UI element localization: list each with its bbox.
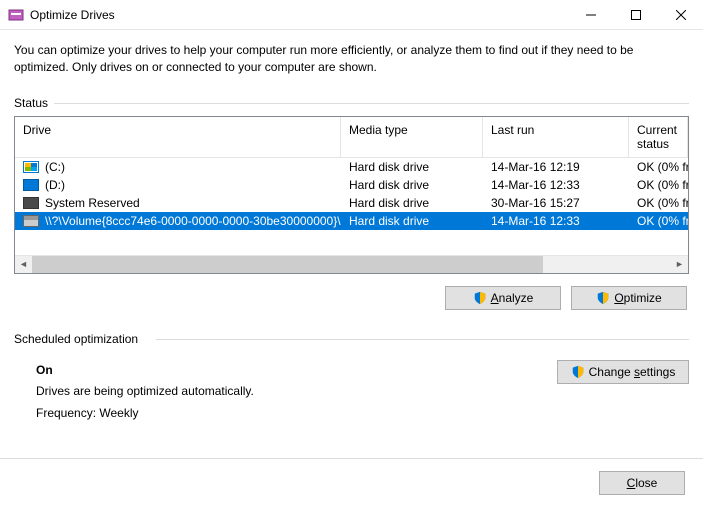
shield-icon — [596, 291, 610, 305]
titlebar: Optimize Drives — [0, 0, 703, 30]
table-row[interactable]: System Reserved Hard disk drive30-Mar-16 … — [15, 194, 688, 212]
drive-icon — [23, 215, 39, 227]
cell-drive: (D:) — [15, 178, 341, 192]
cell-media: Hard disk drive — [341, 196, 483, 210]
cell-last-run: 30-Mar-16 15:27 — [483, 196, 629, 210]
cell-status: OK (0% fragm — [629, 196, 688, 210]
cell-drive: (C:) — [15, 160, 341, 174]
cell-drive: System Reserved — [15, 196, 341, 210]
scheduled-text: On Drives are being optimized automatica… — [36, 360, 557, 425]
app-icon — [8, 7, 24, 23]
column-media[interactable]: Media type — [341, 117, 483, 157]
drive-name: (D:) — [45, 178, 65, 192]
close-button[interactable]: Close — [599, 471, 685, 495]
drive-icon — [23, 197, 39, 209]
analyze-button[interactable]: Analyze — [445, 286, 561, 310]
scroll-left-arrow[interactable]: ◄ — [15, 256, 32, 273]
column-last-run[interactable]: Last run — [483, 117, 629, 157]
change-settings-label: Change settings — [589, 365, 676, 379]
shield-icon — [473, 291, 487, 305]
window-title: Optimize Drives — [30, 8, 568, 22]
table-row[interactable]: (C:) Hard disk drive14-Mar-16 12:19OK (0%… — [15, 158, 688, 176]
scroll-thumb[interactable] — [32, 256, 543, 273]
column-drive[interactable]: Drive — [15, 117, 341, 157]
cell-media: Hard disk drive — [341, 160, 483, 174]
footer: Close — [0, 458, 703, 506]
analyze-label: Analyze — [491, 291, 534, 305]
maximize-button[interactable] — [613, 0, 658, 29]
table-row[interactable]: (D:) Hard disk drive14-Mar-16 12:33OK (0%… — [15, 176, 688, 194]
cell-status: OK (0% fragm — [629, 214, 688, 228]
drive-icon — [23, 161, 39, 173]
cell-last-run: 14-Mar-16 12:33 — [483, 178, 629, 192]
description-text: You can optimize your drives to help you… — [14, 42, 689, 76]
scheduled-section: Scheduled optimization On Drives are bei… — [14, 332, 689, 425]
cell-last-run: 14-Mar-16 12:19 — [483, 160, 629, 174]
table-row[interactable]: \\?\Volume{8ccc74e6-0000-0000-0000-30be3… — [15, 212, 688, 230]
action-buttons-row: Analyze Optimize — [14, 286, 689, 310]
scheduled-frequency: Frequency: Weekly — [36, 403, 557, 425]
cell-drive: \\?\Volume{8ccc74e6-0000-0000-0000-30be3… — [15, 214, 341, 228]
cell-media: Hard disk drive — [341, 214, 483, 228]
cell-last-run: 14-Mar-16 12:33 — [483, 214, 629, 228]
scheduled-label: Scheduled optimization — [14, 332, 689, 346]
drives-grid: Drive Media type Last run Current status… — [14, 116, 689, 274]
cell-status: OK (0% fragm — [629, 160, 688, 174]
close-label: Close — [627, 476, 658, 490]
change-settings-button[interactable]: Change settings — [557, 360, 689, 384]
window-controls — [568, 0, 703, 29]
close-window-button[interactable] — [658, 0, 703, 29]
drive-name: \\?\Volume{8ccc74e6-0000-0000-0000-30be3… — [45, 214, 341, 228]
cell-status: OK (0% fragm — [629, 178, 688, 192]
scroll-right-arrow[interactable]: ► — [671, 256, 688, 273]
status-section-label: Status — [14, 96, 689, 110]
column-status[interactable]: Current status — [629, 117, 688, 157]
scheduled-state: On — [36, 360, 557, 382]
optimize-label: Optimize — [614, 291, 661, 305]
scroll-track[interactable] — [32, 256, 671, 273]
drive-name: (C:) — [45, 160, 65, 174]
grid-body: (C:)Hard disk drive14-Mar-16 12:19OK (0%… — [15, 158, 688, 255]
scheduled-label-text: Scheduled optimization — [14, 332, 144, 346]
scheduled-detail: Drives are being optimized automatically… — [36, 381, 557, 403]
minimize-button[interactable] — [568, 0, 613, 29]
shield-icon — [571, 365, 585, 379]
horizontal-scrollbar[interactable]: ◄ ► — [15, 255, 688, 273]
drive-icon — [23, 179, 39, 191]
optimize-button[interactable]: Optimize — [571, 286, 687, 310]
status-label-text: Status — [14, 96, 54, 110]
drive-name: System Reserved — [45, 196, 140, 210]
grid-header: Drive Media type Last run Current status — [15, 117, 688, 158]
cell-media: Hard disk drive — [341, 178, 483, 192]
